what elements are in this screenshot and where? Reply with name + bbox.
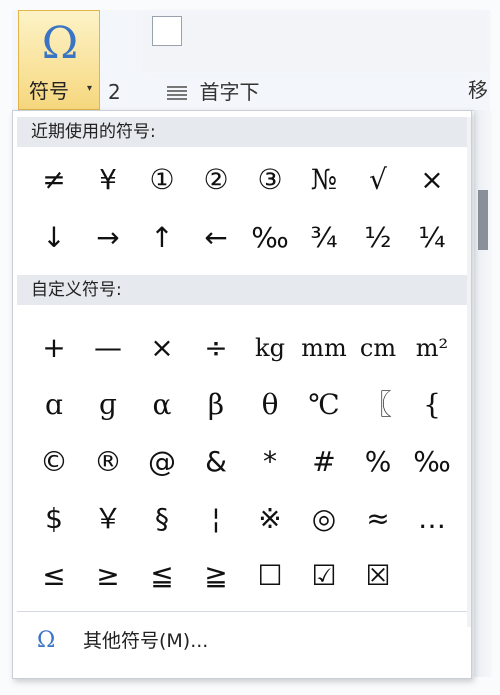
recent-symbol-cell[interactable]: ¼: [405, 211, 459, 265]
recent-symbols-header: 近期使用的符号:: [17, 117, 467, 147]
ribbon: Ω 符号 ▾ 2 首字下 移: [12, 10, 490, 111]
recent-symbol-cell[interactable]: №: [297, 153, 351, 207]
menu-divider: [17, 611, 467, 612]
recent-symbol-cell[interactable]: ‰: [243, 211, 297, 265]
custom-symbol-cell[interactable]: $: [27, 492, 81, 546]
custom-symbol-cell[interactable]: —: [81, 321, 135, 375]
custom-symbol-cell[interactable]: ÷: [189, 321, 243, 375]
custom-symbol-cell[interactable]: {: [405, 378, 459, 432]
symbol-button[interactable]: Ω 符号 ▾: [18, 10, 100, 110]
custom-symbol-cell[interactable]: β: [189, 378, 243, 432]
more-symbols-label: 其他符号(M)...: [83, 630, 209, 652]
custom-symbol-cell[interactable]: mm: [297, 321, 351, 375]
recent-symbol-cell[interactable]: ①: [135, 153, 189, 207]
ribbon-partial-tools: 2 首字下: [108, 76, 259, 105]
custom-symbol-cell[interactable]: 〖: [351, 378, 405, 432]
word-window: Ω 符号 ▾ 2 首字下 移 近期使用的符号: ≠ ¥ ① ② ③ № √ × ↓ → ↑ ← ‰ ¾ ½ ¼…: [0, 0, 500, 695]
custom-symbol-cell[interactable]: ☐: [243, 549, 297, 603]
custom-symbol-cell[interactable]: ɡ: [81, 378, 135, 432]
custom-symbol-cell[interactable]: ￥: [81, 492, 135, 546]
custom-symbol-cell[interactable]: %: [351, 435, 405, 489]
custom-symbol-cell[interactable]: ×: [135, 321, 189, 375]
recent-symbol-cell[interactable]: ②: [189, 153, 243, 207]
symbol-button-label: 符号: [29, 79, 69, 103]
custom-symbol-cell[interactable]: ‰: [405, 435, 459, 489]
custom-symbol-cell[interactable]: ◎: [297, 492, 351, 546]
custom-symbols-header: 自定义符号:: [17, 275, 467, 305]
custom-symbol-cell[interactable]: kg: [243, 321, 297, 375]
custom-symbol-cell[interactable]: ®: [81, 435, 135, 489]
scrollbar-thumb[interactable]: [478, 190, 488, 250]
more-symbols-menu-item[interactable]: Ω 其他符号(M)...: [17, 621, 457, 661]
custom-symbol-cell[interactable]: ©: [27, 435, 81, 489]
custom-symbol-cell[interactable]: θ: [243, 378, 297, 432]
custom-symbol-cell[interactable]: @: [135, 435, 189, 489]
custom-symbol-cell[interactable]: ≤: [27, 549, 81, 603]
custom-symbol-cell[interactable]: α: [135, 378, 189, 432]
custom-symbol-cell[interactable]: ≧: [189, 549, 243, 603]
custom-symbol-cell[interactable]: …: [405, 492, 459, 546]
ribbon-partial-right: 移: [468, 78, 488, 102]
custom-symbol-cell[interactable]: ≦: [135, 549, 189, 603]
custom-symbol-cell[interactable]: cm: [351, 321, 405, 375]
custom-symbol-cell[interactable]: ℃: [297, 378, 351, 432]
recent-symbol-cell[interactable]: ≠: [27, 153, 81, 207]
recent-symbol-cell[interactable]: ↑: [135, 211, 189, 265]
blurred-ribbon-area: [142, 14, 487, 72]
align-lines-icon: [167, 85, 188, 102]
ribbon-partial-left: 2: [108, 80, 121, 104]
custom-symbol-cell[interactable]: ☒: [351, 549, 405, 603]
custom-symbol-cell[interactable]: #: [297, 435, 351, 489]
chevron-down-icon: ▾: [87, 83, 93, 94]
recent-symbol-cell[interactable]: ←: [189, 211, 243, 265]
custom-symbol-cell[interactable]: ≈: [351, 492, 405, 546]
custom-symbol-cell[interactable]: ¦: [189, 492, 243, 546]
recent-symbol-cell[interactable]: ¥: [81, 153, 135, 207]
recent-symbol-cell[interactable]: √: [351, 153, 405, 207]
custom-symbol-cell[interactable]: *: [243, 435, 297, 489]
omega-icon: Ω: [37, 628, 56, 653]
recent-symbol-cell[interactable]: ③: [243, 153, 297, 207]
custom-symbol-cell[interactable]: +: [27, 321, 81, 375]
recent-symbol-cell[interactable]: ¾: [297, 211, 351, 265]
recent-symbol-cell[interactable]: →: [81, 211, 135, 265]
custom-symbol-cell[interactable]: ※: [243, 492, 297, 546]
recent-symbol-cell[interactable]: ×: [405, 153, 459, 207]
custom-symbol-cell[interactable]: ≥: [81, 549, 135, 603]
drop-cap-button-label[interactable]: 首字下: [199, 80, 259, 104]
omega-icon: Ω: [41, 18, 79, 69]
recent-symbol-cell[interactable]: ½: [351, 211, 405, 265]
custom-symbol-cell[interactable]: &: [189, 435, 243, 489]
custom-symbol-cell[interactable]: ☑: [297, 549, 351, 603]
custom-symbol-cell[interactable]: m²: [405, 321, 459, 375]
panel-scroll-track[interactable]: [467, 117, 471, 627]
recent-symbol-cell[interactable]: ↓: [27, 211, 81, 265]
symbol-dropdown-panel: 近期使用的符号: ≠ ¥ ① ② ③ № √ × ↓ → ↑ ← ‰ ¾ ½ ¼ 自定义符号: + — × ÷ kg m…: [12, 110, 472, 679]
document-icon: [152, 16, 182, 46]
custom-symbol-cell[interactable]: ɑ: [27, 378, 81, 432]
custom-symbol-cell[interactable]: §: [135, 492, 189, 546]
